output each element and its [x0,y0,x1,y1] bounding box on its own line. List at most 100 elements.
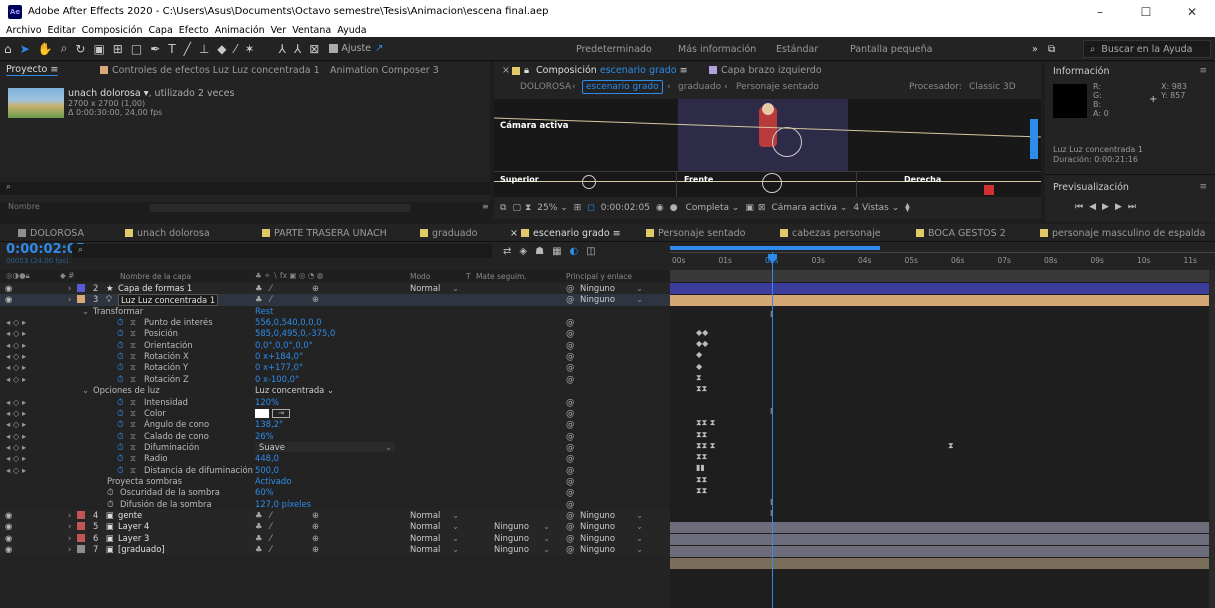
keyframe-icon[interactable]: ⧗⧗ [696,384,707,394]
tab-project[interactable]: Proyecto ≡ [6,64,59,76]
pan-behind-tool-icon[interactable]: ⊞ [113,42,123,56]
draft-3d-icon[interactable]: ◈ [519,246,535,257]
property-name[interactable]: Punto de interés [144,317,213,327]
3d-layer-switch-icon[interactable]: ⊕ [312,544,319,554]
expression-graph-icon[interactable]: ⧖ [130,419,136,430]
renderer-value[interactable]: Classic 3D [969,82,1016,92]
brush-tool-icon[interactable]: ╱ [184,42,191,56]
parent-select[interactable]: Ninguno [580,510,615,520]
blend-mode-select[interactable]: Normal [410,521,440,531]
shy-switch-icon[interactable]: ♣ [255,533,263,543]
stopwatch-icon[interactable]: ⏱︎ [117,340,124,351]
work-area-track[interactable] [670,270,1215,282]
parent-select[interactable]: Ninguno [580,283,615,293]
visibility-toggle-icon[interactable]: ◉ [5,294,12,304]
lock-icon[interactable]: 🔒︎ [524,65,529,76]
column-t[interactable]: T [466,272,471,281]
eyedropper-icon[interactable]: ⇥ [272,408,290,418]
shy-switch-icon[interactable]: ♣ [255,521,263,531]
blend-mode-select[interactable]: Normal [410,283,440,293]
property-row[interactable]: ◂ ◇ ▸ ⏱︎ ⧖ Ángulo de cono 138,2° @ [0,419,670,430]
label-color-swatch[interactable] [77,545,85,554]
project-settings-icon[interactable]: ≡ [482,202,489,211]
preview-menu-icon[interactable]: ≡ [1199,182,1207,192]
parent-select[interactable]: Ninguno [580,294,615,304]
puppet-tool-icon[interactable]: ✶ [245,42,255,56]
info-menu-icon[interactable]: ≡ [1199,66,1207,76]
quality-switch-icon[interactable]: ⁄ [270,533,271,543]
expression-graph-icon[interactable]: ⧖ [130,351,136,362]
parent-select[interactable]: Ninguno [580,533,615,543]
previous-frame-icon[interactable]: ◀ [1089,202,1102,212]
current-time-display[interactable]: 0:00:02:05 [601,203,650,213]
property-value[interactable]: 120% [255,397,279,407]
keyframe-navigator-icon[interactable]: ◂ ◇ ▸ [6,453,26,463]
hand-tool-icon[interactable]: ✋ [38,42,53,56]
property-row[interactable]: ◂ ◇ ▸ ⏱︎ ⧖ Rotación X 0 x+184,0° @ [0,351,670,362]
expand-arrow-icon[interactable]: ⌄ [82,385,89,395]
property-row[interactable]: ⏱︎ Difusión de la sombra 127,0 píxeles @ [0,499,670,510]
motion-blur-icon[interactable]: ◐ [570,246,587,257]
tab-cabezas-personaje[interactable]: cabezas personaje [780,228,881,239]
frame-blending-icon[interactable]: ▦ [552,246,569,257]
keyframe-navigator-icon[interactable]: ◂ ◇ ▸ [6,419,26,429]
layer-row[interactable]: ◉ › 7 ▣ [graduado] ♣ ⁄ ⊕ Normal ⌄ Ninguno ⌄ @ Ninguno… [0,544,670,556]
clone-stamp-tool-icon[interactable]: ⊥ [199,42,209,56]
pick-whip-icon[interactable]: @ [566,328,574,338]
keyframe-navigator-icon[interactable]: ◂ ◇ ▸ [6,465,26,475]
menu-ver[interactable]: Ver [271,25,287,36]
color-swatch[interactable] [255,408,269,418]
play-icon[interactable]: ▶ [1102,202,1115,212]
visibility-toggle-icon[interactable]: ◉ [5,283,12,293]
track-matte-select[interactable]: Ninguno [494,521,529,531]
visibility-toggle-icon[interactable]: ◉ [5,544,12,554]
property-group-value[interactable]: Luz concentrada ⌄ [255,385,334,395]
parent-select[interactable]: Ninguno [580,544,615,554]
quality-switch-icon[interactable]: ⁄ [270,294,271,304]
visibility-toggle-icon[interactable]: ◉ [5,510,12,520]
property-row[interactable]: ◂ ◇ ▸ ⏱︎ ⧖ Intensidad 120% @ [0,397,670,408]
3d-layer-switch-icon[interactable]: ⊕ [312,521,319,531]
label-column-icon[interactable]: ◆ # [60,271,74,280]
parent-select[interactable]: Ninguno [580,521,615,531]
property-name[interactable]: Difuminación [144,442,199,452]
keyframe-navigator-icon[interactable]: ◂ ◇ ▸ [6,374,26,384]
property-value[interactable]: 0 x-100,0° [255,374,299,384]
pick-whip-icon[interactable]: @ [566,476,574,486]
guides-icon[interactable]: ▢ [512,203,521,213]
chevron-down-icon[interactable]: ⌄ [543,533,550,543]
pick-whip-icon[interactable]: @ [566,544,574,554]
expression-graph-icon[interactable]: ⧖ [130,442,136,453]
tab-graduado[interactable]: graduado [420,228,477,239]
column-parent[interactable]: Principal y enlace [566,272,632,281]
workspace-learn[interactable]: Más información [678,44,756,55]
blend-mode-select[interactable]: Normal [410,544,440,554]
property-name[interactable]: Rotación Z [144,374,189,384]
property-name[interactable]: Color [144,408,166,418]
toggle-mask-icon[interactable]: ◻ [587,203,594,213]
keyframe-icon[interactable]: ⧗⧗ ⧗ [696,418,715,428]
keyframe-icon[interactable]: ◆ [696,350,702,359]
keyframe-navigator-icon[interactable]: ◂ ◇ ▸ [6,328,26,338]
keyframe-icon[interactable]: ⧗⧗ [696,475,707,485]
stopwatch-icon[interactable]: ⏱︎ [117,317,124,328]
show-channel-icon[interactable]: ● [670,203,678,213]
workspace-default[interactable]: Predeterminado [576,44,652,55]
project-column-header[interactable]: Nombre ≡ [0,202,490,214]
local-axis-icon[interactable]: ⅄ [279,42,286,56]
pick-whip-icon[interactable]: @ [566,499,574,509]
expression-graph-icon[interactable]: ⧖ [130,340,136,351]
falloff-select[interactable]: Suave [255,441,395,452]
view-axis-icon[interactable]: ⊠ [309,42,319,56]
close-icon[interactable]: × [502,65,510,76]
tab-composition[interactable]: Composición escenario grado ≡ [536,65,688,76]
layer-switches-header-icon[interactable]: ♣ ✧ ∖ fx ▣ ◎ ◔ ◍ [255,271,323,280]
chevron-down-icon[interactable]: ⌄ [636,533,643,543]
graph-editor-icon[interactable]: ◫ [586,246,603,257]
column-layer-name[interactable]: Nombre de la capa [120,272,191,281]
layer-bar-capa-de-formas[interactable] [670,283,1209,294]
pick-whip-icon[interactable]: @ [566,408,574,418]
property-value[interactable]: 60% [255,487,274,497]
property-group-name[interactable]: Transformar [93,306,143,316]
stopwatch-icon[interactable]: ⏱︎ [107,499,114,510]
